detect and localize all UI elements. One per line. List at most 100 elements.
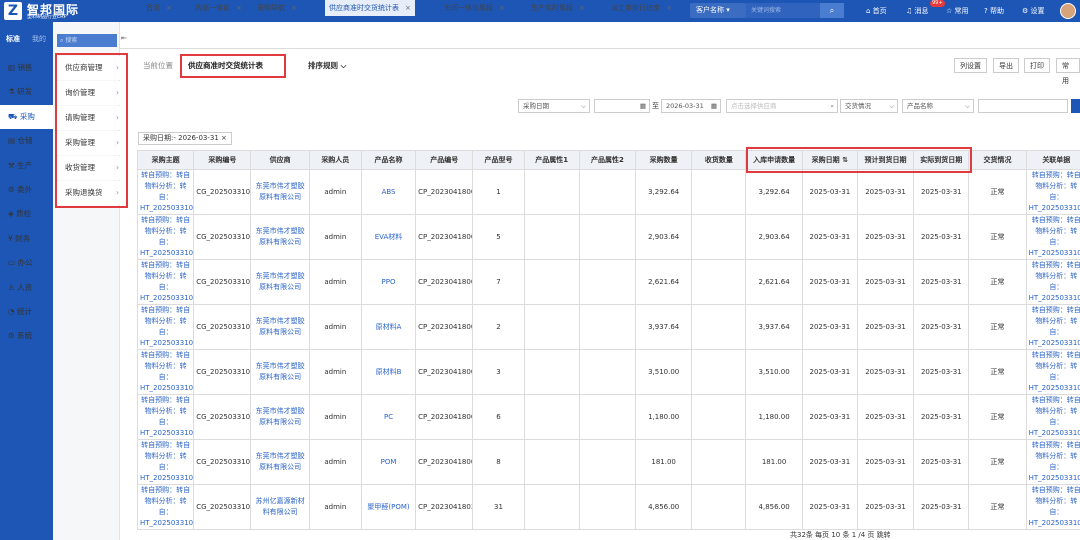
table-cell[interactable]: 转自预购：转自物料分析：转自：HT_20250331001 [136, 484, 195, 530]
tab-4[interactable]: 车间一体化看板 × [444, 0, 505, 16]
pagination[interactable]: 共32条 每页 10 条 1 /4 页 跳转 [790, 530, 891, 540]
close-icon[interactable]: × [405, 4, 411, 12]
table-cell[interactable]: 转自预购：转自物料分析：转自：HT_20250331002 [136, 259, 195, 305]
close-icon[interactable]: × [166, 4, 172, 12]
table-cell[interactable]: PPO [360, 259, 417, 305]
tab-3[interactable]: 供应商准时交货统计表 × [325, 0, 415, 16]
column-header[interactable]: 产品名称 [360, 150, 417, 170]
nav-item-1[interactable]: ⚗ 研发 [0, 80, 53, 104]
column-header[interactable]: 供应商 [250, 150, 310, 170]
close-icon[interactable]: × [579, 4, 585, 12]
table-cell[interactable]: 东莞市伟才塑胶原料有限公司 [250, 439, 310, 485]
collapse-icon[interactable]: ⇤ [121, 34, 127, 42]
favorites-button[interactable]: 常用 [1056, 58, 1080, 85]
table-cell[interactable]: 东莞市伟才塑胶原料有限公司 [250, 349, 310, 395]
column-header[interactable]: 关联单据 [1025, 150, 1080, 170]
table-cell[interactable]: 东莞市伟才塑胶原料有限公司 [250, 169, 310, 215]
table-cell[interactable]: 苏州亿嘉源新材料有限公司 [250, 484, 310, 530]
table-cell[interactable]: 转自预购：转自物料分析：转自：HT_20250331002 [136, 304, 195, 350]
keyword-search-input[interactable]: 关键词搜索 [746, 3, 820, 18]
tab-5[interactable]: 生产实时看板 × [531, 0, 585, 16]
nav-item-7[interactable]: ¥ 财务 [0, 227, 53, 251]
table-cell[interactable]: 原材料B [360, 349, 417, 395]
table-cell[interactable]: 东莞市伟才塑胶原料有限公司 [250, 214, 310, 260]
nav-item-9[interactable]: ♙ 人资 [0, 276, 53, 300]
close-icon[interactable]: × [666, 4, 672, 12]
date-type-select[interactable]: 采购日期 ⌵ [518, 99, 590, 113]
tab-standard[interactable]: 标准 [6, 34, 20, 44]
column-header[interactable]: 采购主题 [136, 150, 195, 170]
nav-item-11[interactable]: ⚙ 系统 [0, 324, 53, 348]
column-header[interactable]: 产品属性1 [523, 150, 580, 170]
search-icon[interactable]: ⌕ [820, 3, 844, 18]
column-header[interactable]: 产品型号 [472, 150, 525, 170]
nav-item-5[interactable]: ⚙ 委外 [0, 178, 53, 202]
column-header[interactable]: 产品编号 [415, 150, 474, 170]
table-cell[interactable]: 转自预购：转自物料分析：转自：HT_20250331002 [1025, 304, 1080, 350]
table-cell[interactable]: 转自预购：转自物料分析：转自：HT_20250331002 [1025, 439, 1080, 485]
table-cell[interactable]: 转自预购：转自物料分析：转自：HT_20250331002 [136, 394, 195, 440]
tab-mine[interactable]: 我的 [32, 34, 46, 44]
table-cell[interactable]: 转自预购：转自物料分析：转自：HT_20250331001 [1025, 484, 1080, 530]
tab-6[interactable]: 派工单执行进度 × [611, 0, 672, 16]
table-cell[interactable]: 转自预购：转自物料分析：转自：HT_20250331002 [1025, 214, 1080, 260]
nav-item-0[interactable]: ▥ 销售 [0, 56, 53, 80]
column-header[interactable]: 采购人员 [308, 150, 362, 170]
table-cell[interactable]: 东莞市伟才塑胶原料有限公司 [250, 304, 310, 350]
keyword-filter-input[interactable] [978, 99, 1068, 113]
table-cell[interactable]: 东莞市伟才塑胶原料有限公司 [250, 394, 310, 440]
settings-link[interactable]: ⚙ 设置 [1022, 0, 1045, 22]
date-to-input[interactable]: 2026-03-31 ▦ [661, 99, 721, 113]
nav-item-4[interactable]: ⚒ 生产 [0, 154, 53, 178]
close-icon[interactable]: × [499, 4, 505, 12]
nav-item-8[interactable]: ▭ 办公 [0, 251, 53, 275]
menu-search-input[interactable]: ⌕ 搜索 [57, 34, 117, 47]
table-cell[interactable]: 转自预购：转自物料分析：转自：HT_20250331002 [1025, 259, 1080, 305]
table-cell[interactable]: 转自预购：转自物料分析：转自：HT_20250331002 [136, 349, 195, 395]
close-icon[interactable]: × [291, 4, 297, 12]
avatar[interactable] [1060, 3, 1076, 19]
table-cell[interactable]: EVA材料 [360, 214, 417, 260]
table-cell[interactable]: 东莞市伟才塑胶原料有限公司 [250, 259, 310, 305]
table-cell: 1 [472, 169, 525, 215]
close-icon[interactable]: × [236, 4, 242, 12]
tab-1[interactable]: 内部一体化 × [195, 0, 242, 16]
date-filter-chip[interactable]: 采购日期:- 2026-03-31 × [138, 132, 232, 145]
table-cell[interactable]: 原材料A [360, 304, 417, 350]
table-cell[interactable]: POM [360, 439, 417, 485]
nav-item-6[interactable]: ◈ 质检 [0, 202, 53, 226]
favorites-link[interactable]: ☆ 常用 [946, 0, 969, 22]
nav-item-3[interactable]: ▤ 仓储 [0, 129, 53, 153]
column-header[interactable]: 产品属性2 [578, 150, 637, 170]
messages-link[interactable]: ♫ 消息 [906, 0, 929, 22]
table-cell[interactable]: 转自预购：转自物料分析：转自：HT_20250331002 [136, 214, 195, 260]
tab-2[interactable]: 采购导航 × [257, 0, 297, 16]
table-cell[interactable]: 转自预购：转自物料分析：转自：HT_20250331002 [136, 169, 195, 215]
tab-0[interactable]: 首页 × [146, 0, 172, 16]
product-name-select[interactable]: 产品名称 ⌵ [902, 99, 974, 113]
nav-item-10[interactable]: ◔ 统计 [0, 300, 53, 324]
delivery-status-select[interactable]: 交货情况 ⌵ [840, 99, 898, 113]
table-cell[interactable]: ABS [360, 169, 417, 215]
print-button[interactable]: 打印 [1024, 58, 1050, 73]
customer-select[interactable]: 客户名称 ▾ [690, 3, 746, 18]
table-cell[interactable]: 转自预购：转自物料分析：转自：HT_20250331002 [1025, 394, 1080, 440]
help-link[interactable]: ? 帮助 [984, 0, 1004, 22]
table-cell[interactable]: 转自预购：转自物料分析：转自：HT_20250331002 [1025, 169, 1080, 215]
column-header[interactable]: 收货数量 [691, 150, 747, 170]
nav-item-2[interactable]: ⛟ 采购 [0, 104, 53, 129]
table-cell[interactable]: 转自预购：转自物料分析：转自：HT_20250331002 [136, 439, 195, 485]
filter-search-button[interactable] [1071, 99, 1080, 113]
column-settings-button[interactable]: 列设置 [954, 58, 987, 73]
export-button[interactable]: 导出 [993, 58, 1019, 73]
column-header[interactable]: 采购编号 [193, 150, 252, 170]
table-cell[interactable]: 聚甲醛(POM) [360, 484, 417, 530]
table-cell[interactable]: 转自预购：转自物料分析：转自：HT_20250331002 [1025, 349, 1080, 395]
column-header[interactable]: 采购数量 [635, 150, 693, 170]
supplier-select-input[interactable]: 点击选择供应商 ⌕ [726, 99, 838, 113]
sort-rule-dropdown[interactable]: 排序规则 ⌵ [308, 60, 346, 71]
table-cell[interactable]: PC [360, 394, 417, 440]
home-link[interactable]: ⌂ 首页 [866, 0, 887, 22]
column-header[interactable]: 交货情况 [968, 150, 1027, 170]
date-from-input[interactable]: ▦ [594, 99, 650, 113]
